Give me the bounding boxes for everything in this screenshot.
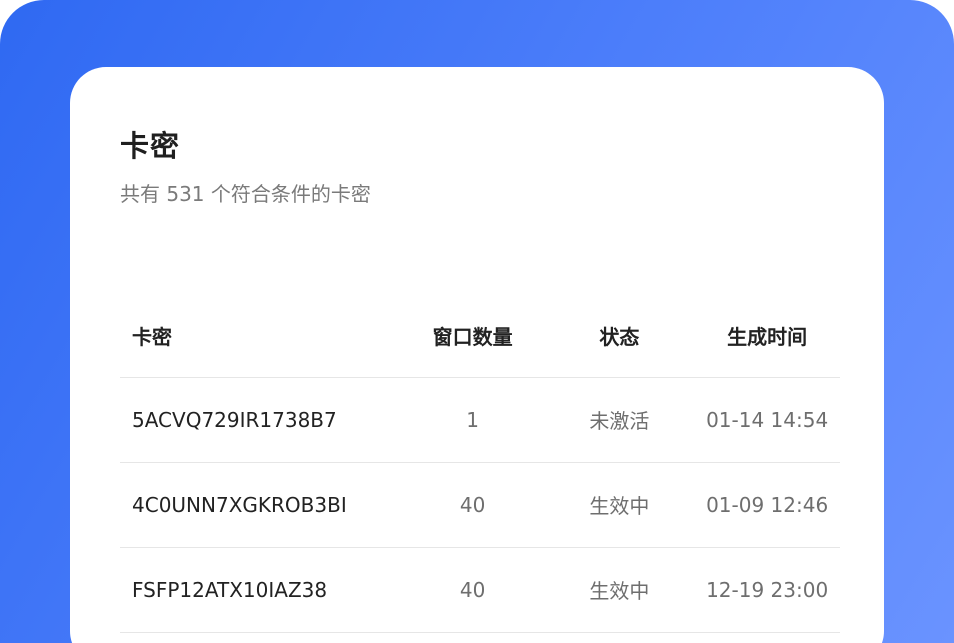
- app-background: 卡密 共有 531 个符合条件的卡密 卡密 窗口数量 状态 生成时间 5ACVQ…: [0, 0, 954, 643]
- row-key: 5ACVQ729IR1738B7: [120, 377, 401, 463]
- result-count-text: 共有 531 个符合条件的卡密: [120, 182, 371, 206]
- card-key-table: 卡密 窗口数量 状态 生成时间 5ACVQ729IR1738B7 1 未激活 0…: [120, 293, 840, 633]
- table-row[interactable]: FSFP12ATX10IAZ38 40 生效中 12-19 23:00: [120, 547, 840, 633]
- row-windows: 1: [400, 377, 545, 463]
- row-created: 01-14 14:54: [694, 377, 840, 463]
- row-created: 01-09 12:46: [694, 462, 840, 548]
- column-header-status: 状态: [544, 293, 695, 378]
- page-title: 卡密: [120, 129, 181, 163]
- row-status: 未激活: [544, 377, 695, 463]
- row-status: 生效中: [544, 462, 695, 548]
- row-created: 12-19 23:00: [694, 547, 840, 633]
- row-key: 4C0UNN7XGKROB3BI: [120, 462, 401, 548]
- row-windows: 40: [400, 462, 545, 548]
- column-header-windows: 窗口数量: [400, 293, 545, 378]
- column-header-created: 生成时间: [694, 293, 840, 378]
- card-key-list: 卡密 共有 531 个符合条件的卡密 卡密 窗口数量 状态 生成时间 5ACVQ…: [70, 67, 884, 643]
- table-row[interactable]: 5ACVQ729IR1738B7 1 未激活 01-14 14:54: [120, 377, 840, 463]
- row-windows: 40: [400, 547, 545, 633]
- row-status: 生效中: [544, 547, 695, 633]
- table-row[interactable]: 4C0UNN7XGKROB3BI 40 生效中 01-09 12:46: [120, 462, 840, 548]
- row-key: FSFP12ATX10IAZ38: [120, 547, 401, 633]
- column-header-key: 卡密: [120, 293, 401, 378]
- table-header-row: 卡密 窗口数量 状态 生成时间: [120, 293, 840, 378]
